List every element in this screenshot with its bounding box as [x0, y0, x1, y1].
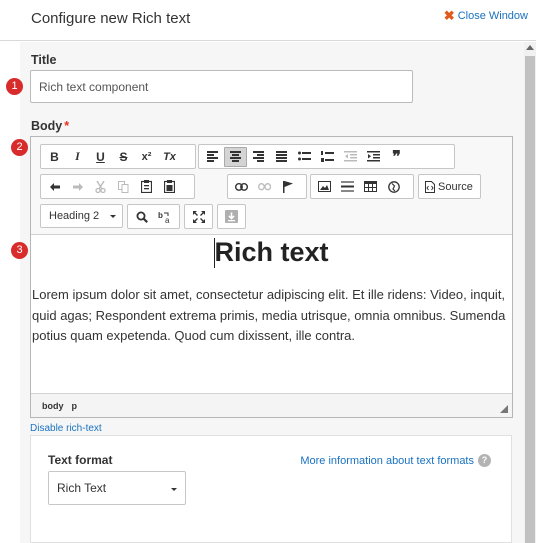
- svg-text:b: b: [158, 211, 163, 220]
- scrollbar[interactable]: [524, 42, 536, 543]
- copy-icon[interactable]: [112, 177, 135, 197]
- chevron-down-icon: [171, 488, 177, 491]
- toolbar-group-insert: [310, 174, 414, 199]
- bold-icon[interactable]: B: [43, 147, 66, 167]
- table-icon[interactable]: [359, 177, 382, 197]
- toolbar-group-maximize: [184, 204, 213, 229]
- content-heading: Rich text: [214, 237, 329, 267]
- superscript-icon[interactable]: x²: [135, 147, 158, 167]
- source-icon: [425, 180, 435, 193]
- step-badge-1: 1: [6, 78, 23, 95]
- dialog-title: Configure new Rich text: [31, 10, 191, 27]
- dialog-header: Configure new Rich text ✖ Close Window: [0, 0, 536, 41]
- remove-format-icon[interactable]: Tx: [158, 147, 181, 167]
- anchor-icon[interactable]: [276, 177, 299, 197]
- chevron-down-icon: [110, 215, 116, 218]
- svg-text:a: a: [165, 216, 170, 223]
- more-info-label: More information about text formats: [300, 454, 474, 467]
- indent-icon[interactable]: [362, 147, 385, 167]
- step-badge-3: 3: [11, 242, 28, 259]
- scroll-thumb[interactable]: [525, 56, 535, 543]
- paste-icon[interactable]: [135, 177, 158, 197]
- toolbar-group-source: Source: [418, 174, 481, 199]
- cut-icon[interactable]: [89, 177, 112, 197]
- title-input[interactable]: [30, 70, 413, 103]
- toolbar-group-clipboard: [40, 174, 195, 199]
- unlink-icon[interactable]: [253, 177, 276, 197]
- toolbar-group-find: ba: [127, 204, 180, 229]
- iframe-icon[interactable]: [382, 177, 405, 197]
- align-right-icon[interactable]: [247, 147, 270, 167]
- toolbar-group-basic-styles: B I U S x² Tx: [40, 144, 196, 169]
- editor-content-area[interactable]: Rich text Lorem ipsum dolor sit amet, co…: [31, 235, 512, 394]
- close-window-button[interactable]: ✖ Close Window: [444, 9, 528, 22]
- strikethrough-icon[interactable]: S: [112, 147, 135, 167]
- toolbar-group-template: [217, 204, 246, 229]
- text-format-panel: Text format More information about text …: [30, 435, 512, 543]
- element-path-p[interactable]: p: [72, 401, 78, 411]
- undo-icon[interactable]: [43, 177, 66, 197]
- italic-icon[interactable]: I: [66, 147, 89, 167]
- rich-text-editor: B I U S x² Tx ❞ Source Heading 2 b a Ric…: [30, 136, 513, 418]
- text-format-select-value: Rich Text: [57, 481, 107, 495]
- find-icon[interactable]: [130, 207, 153, 227]
- disable-rich-text-link[interactable]: Disable rich-text: [30, 423, 102, 434]
- toolbar-group-paragraph: ❞: [198, 144, 455, 169]
- title-label: Title: [31, 53, 57, 67]
- close-icon: ✖: [443, 8, 455, 23]
- numbered-list-icon[interactable]: [316, 147, 339, 167]
- element-path-body[interactable]: body: [42, 401, 64, 411]
- replace-icon[interactable]: ba: [153, 207, 176, 227]
- scroll-up-arrow-icon[interactable]: [526, 45, 534, 50]
- redo-icon[interactable]: [66, 177, 89, 197]
- link-icon[interactable]: [230, 177, 253, 197]
- image-icon[interactable]: [313, 177, 336, 197]
- body-label-text: Body: [31, 119, 63, 133]
- text-format-select[interactable]: Rich Text: [48, 471, 186, 505]
- align-left-icon[interactable]: [201, 147, 224, 167]
- align-center-icon[interactable]: [224, 146, 247, 167]
- underline-icon[interactable]: U: [89, 147, 112, 167]
- step-badge-2: 2: [11, 139, 28, 156]
- toolbar-group-links: [227, 174, 307, 199]
- bulleted-list-icon[interactable]: [293, 147, 316, 167]
- more-info-link[interactable]: More information about text formats ?: [300, 454, 491, 467]
- content-paragraph: Lorem ipsum dolor sit amet, consectetur …: [32, 287, 506, 343]
- paste-text-icon[interactable]: [158, 177, 181, 197]
- help-icon: ?: [478, 454, 491, 467]
- close-window-label: Close Window: [457, 9, 528, 22]
- source-button[interactable]: Source: [421, 177, 477, 197]
- required-marker: *: [64, 119, 70, 133]
- format-dropdown-value: Heading 2: [49, 210, 100, 222]
- horizontal-rule-icon[interactable]: [336, 177, 359, 197]
- source-label: Source: [438, 180, 473, 193]
- blockquote-icon[interactable]: ❞: [385, 147, 408, 167]
- template-icon[interactable]: [220, 207, 243, 227]
- resize-grip-icon[interactable]: [500, 405, 508, 413]
- text-format-label: Text format: [48, 453, 113, 467]
- editor-toolbar: B I U S x² Tx ❞ Source Heading 2 b a: [31, 137, 512, 235]
- align-justify-icon[interactable]: [270, 147, 293, 167]
- element-path-bar: body p: [31, 393, 512, 417]
- body-label: Body *: [31, 119, 69, 133]
- outdent-icon[interactable]: [339, 147, 362, 167]
- maximize-icon[interactable]: [187, 207, 210, 227]
- format-dropdown[interactable]: Heading 2: [40, 204, 123, 228]
